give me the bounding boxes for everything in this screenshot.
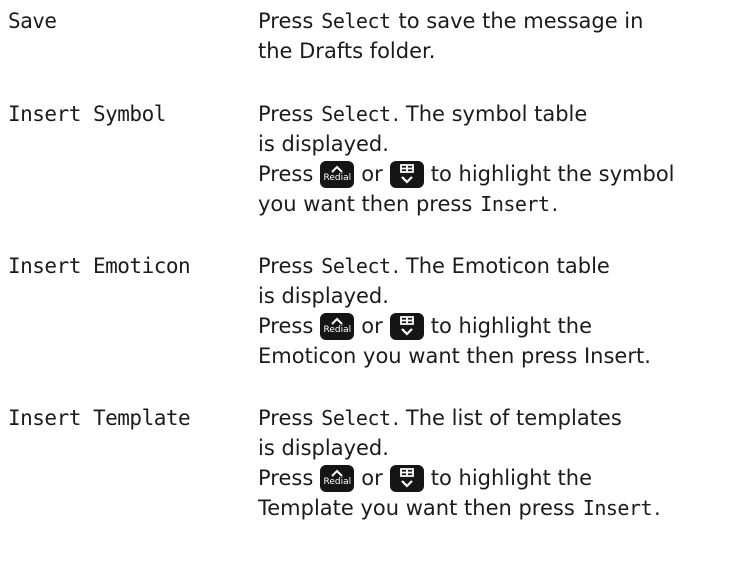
description-line: Press Redial or to highlight the (258, 311, 744, 341)
text: Template you want then press (258, 496, 575, 520)
phonebook-icon (399, 164, 414, 184)
redial-up-key-icon: Redial (320, 312, 355, 340)
text: . (551, 192, 559, 216)
softkey-name: Select (321, 254, 391, 278)
text: is displayed. (258, 436, 389, 460)
text: Press (258, 406, 314, 430)
description-line: is displayed. (258, 281, 744, 311)
option-term: Save (8, 9, 57, 33)
text: Press (258, 314, 314, 338)
description-line: Press Select . The Emoticon table (258, 251, 744, 281)
text: to highlight the symbol (430, 162, 675, 186)
description-line: is displayed. (258, 129, 744, 159)
text: Emoticon you want then press Insert. (258, 344, 651, 368)
text: to highlight the (430, 314, 592, 338)
text: Press (258, 162, 314, 186)
phonebook-down-key-icon (389, 312, 424, 340)
redial-up-key-icon: Redial (320, 160, 355, 188)
text: the Drafts folder. (258, 39, 436, 63)
text: to highlight the (430, 466, 592, 490)
chevron-up-icon (331, 165, 343, 173)
text: . The symbol table (392, 102, 588, 126)
phonebook-down-key-icon (389, 160, 424, 188)
option-description: Press Select . The symbol table is displ… (258, 99, 744, 219)
chevron-up-icon (331, 317, 343, 325)
text: is displayed. (258, 284, 389, 308)
softkey-name: Select (321, 406, 391, 430)
option-term: Insert Emoticon (8, 254, 191, 278)
option-description: Press Select . The list of templates is … (258, 403, 744, 523)
softkey-name: Select (321, 9, 391, 33)
manual-page: Save Press Select to save the message in… (0, 0, 744, 575)
description-line: is displayed. (258, 433, 744, 463)
key-label: Redial (323, 477, 352, 487)
text: . (654, 496, 661, 520)
description-line: Emoticon you want then press Insert. (258, 341, 744, 371)
description-line: Press Select . The list of templates (258, 403, 744, 433)
option-term: Insert Template (8, 406, 191, 430)
phonebook-down-key-icon (389, 464, 424, 492)
chevron-up-icon (331, 469, 343, 477)
text: . The Emoticon table (392, 254, 610, 278)
text: Press (258, 102, 314, 126)
option-description: Press Select . The Emoticon table is dis… (258, 251, 744, 371)
description-line: you want then press Insert . (258, 189, 744, 219)
description-line: Press Redial or to highlight the symbol (258, 159, 744, 189)
softkey-name: Select (321, 102, 391, 126)
phonebook-icon (399, 468, 414, 488)
text: or (361, 314, 383, 338)
text: . The list of templates (392, 406, 622, 430)
text: Press (258, 9, 314, 33)
option-term: Insert Symbol (8, 102, 166, 126)
text: or (361, 466, 383, 490)
text: Press (258, 254, 314, 278)
text: is displayed. (258, 132, 389, 156)
text: you want then press (258, 192, 473, 216)
softkey-name: Insert (480, 192, 550, 216)
text: or (361, 162, 383, 186)
description-line: Press Select . The symbol table (258, 99, 744, 129)
redial-up-key-icon: Redial (320, 464, 355, 492)
option-description: Press Select to save the message in the … (258, 6, 744, 66)
description-line: the Drafts folder. (258, 36, 744, 66)
phonebook-icon (399, 316, 414, 336)
description-line: Press Select to save the message in (258, 6, 744, 36)
text: to save the message in (398, 9, 644, 33)
softkey-name: Insert (582, 496, 653, 520)
description-line: Template you want then press Insert . (258, 493, 744, 523)
text: Press (258, 466, 314, 490)
description-line: Press Redial or to highlight the (258, 463, 744, 493)
key-label: Redial (323, 173, 352, 183)
key-label: Redial (323, 325, 352, 335)
